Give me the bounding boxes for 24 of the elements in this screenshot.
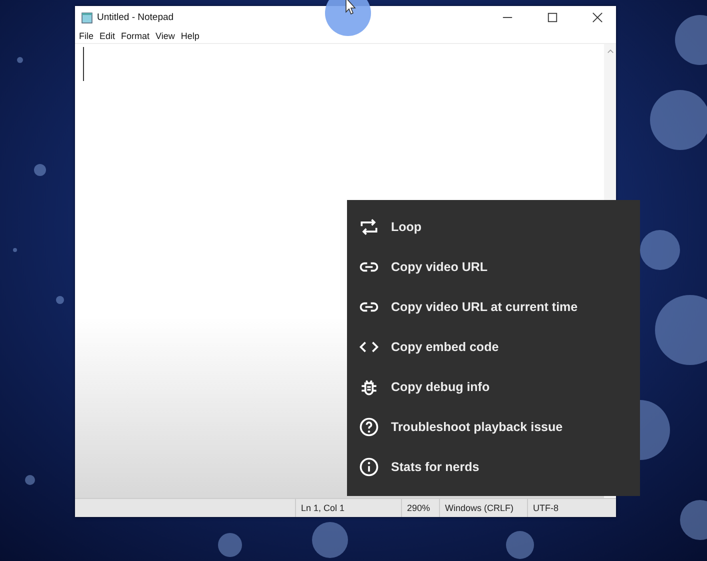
menu-option[interactable]: Loop <box>347 207 640 247</box>
notepad-icon <box>81 12 93 24</box>
window-title: Untitled - Notepad <box>97 12 174 23</box>
status-text: UTF-8 <box>527 499 593 517</box>
menu-option[interactable]: Stats for nerds <box>347 447 640 487</box>
menu-option[interactable]: Copy embed code <box>347 327 640 367</box>
menu-item[interactable]: Format <box>121 31 150 41</box>
menu-item[interactable]: File <box>79 31 94 41</box>
scroll-up-icon[interactable] <box>606 48 614 54</box>
info-icon <box>358 456 380 478</box>
status-text: Ln 1, Col 1 <box>295 499 401 517</box>
menu-item[interactable]: Edit <box>100 31 116 41</box>
status-text: Windows (CRLF) <box>439 499 527 517</box>
menu-option[interactable]: Troubleshoot playback issue <box>347 407 640 447</box>
menu-item[interactable]: Help <box>180 31 200 41</box>
menu-item[interactable]: View <box>156 31 175 41</box>
help-icon <box>358 416 380 438</box>
menu-option[interactable]: Copy debug info <box>347 367 640 407</box>
menu-option[interactable]: Copy video URL <box>347 247 640 287</box>
repeat-icon <box>358 216 380 238</box>
maximize-icon[interactable] <box>547 12 558 23</box>
close-icon[interactable] <box>592 12 603 23</box>
status-text: 290% <box>401 499 439 517</box>
menu-option[interactable]: Copy video URL at current time <box>347 287 640 327</box>
